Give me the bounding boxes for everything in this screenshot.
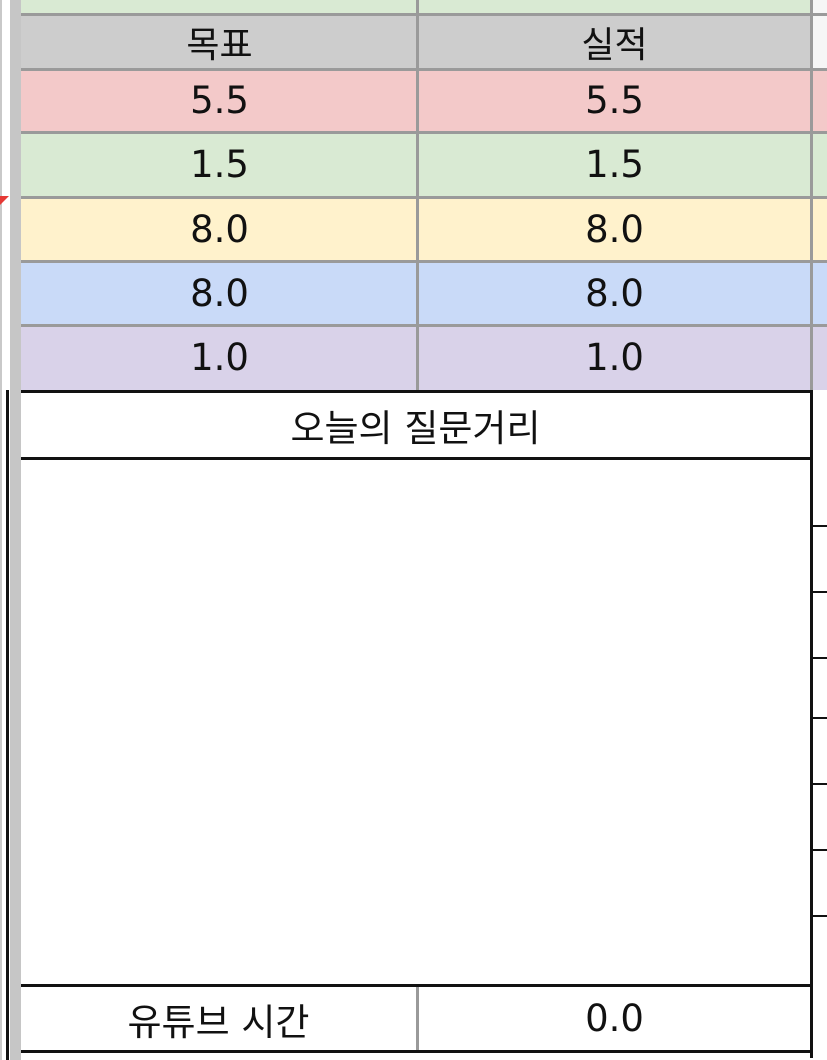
header-target[interactable]: 목표: [21, 14, 418, 69]
grid-line-h: [21, 196, 827, 199]
questions-title[interactable]: 오늘의 질문거리: [21, 393, 810, 457]
comment-marker-icon[interactable]: [0, 196, 9, 205]
row-tick: [813, 783, 827, 785]
cell-actual-row-5[interactable]: 1.0: [418, 325, 811, 390]
header-actual[interactable]: 실적: [418, 14, 811, 69]
row-tick: [813, 657, 827, 659]
cell-target-row-4[interactable]: 8.0: [21, 261, 418, 325]
row-tick: [813, 591, 827, 593]
row-tick: [813, 849, 827, 851]
row-tick: [813, 525, 827, 527]
grid-line-h: [21, 131, 827, 134]
grid-line-h: [21, 324, 827, 327]
grid-line-h: [21, 68, 827, 71]
youtube-value[interactable]: 0.0: [419, 987, 810, 1050]
youtube-row-bottom-border: [21, 1050, 813, 1053]
youtube-label[interactable]: 유튜브 시간: [21, 987, 416, 1050]
cell-actual-row-1[interactable]: 5.5: [418, 69, 811, 132]
cell-target-row-5[interactable]: 1.0: [21, 325, 418, 390]
cell-target-row-1[interactable]: 5.5: [21, 69, 418, 132]
left-frame-edge: [0, 0, 2, 1060]
cell-target-row-2[interactable]: 1.5: [21, 132, 418, 197]
grid-line-v: [810, 0, 813, 390]
right-strip-green: [813, 132, 827, 197]
right-strip-red: [813, 69, 827, 132]
questions-body[interactable]: [21, 460, 810, 984]
grid-line-h: [21, 260, 827, 263]
right-strip-purple: [813, 325, 827, 390]
cell-actual-row-2[interactable]: 1.5: [418, 132, 811, 197]
grid-line-v: [416, 0, 419, 390]
left-border-line: [6, 390, 9, 1060]
row-tick: [813, 915, 827, 917]
right-strip-yellow: [813, 197, 827, 261]
freeze-pane-bar[interactable]: [10, 0, 21, 1060]
right-strip-blue: [813, 261, 827, 325]
row-tick: [813, 717, 827, 719]
cell-actual-row-3[interactable]: 8.0: [418, 197, 811, 261]
cell-actual-row-4[interactable]: 8.0: [418, 261, 811, 325]
cell-target-row-3[interactable]: 8.0: [21, 197, 418, 261]
grid-line-h: [21, 13, 827, 16]
